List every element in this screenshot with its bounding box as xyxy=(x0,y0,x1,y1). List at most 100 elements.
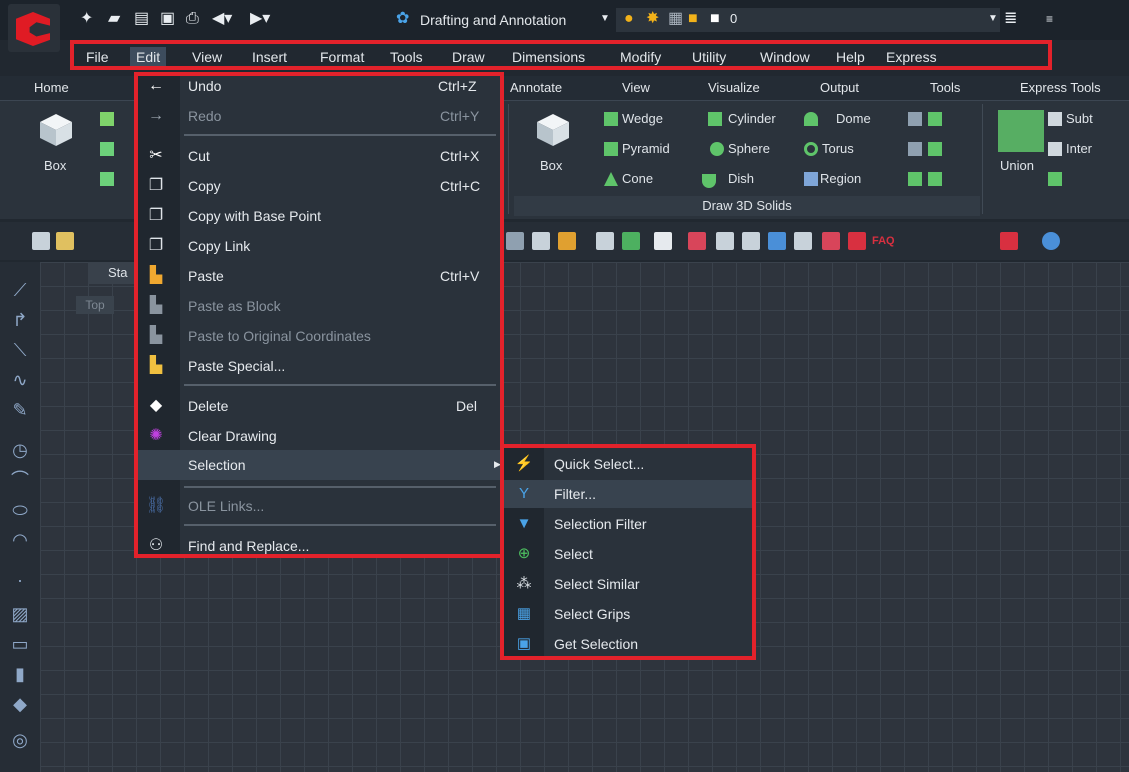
workspace-gear-icon[interactable]: ✿ xyxy=(396,10,409,28)
dome-button[interactable]: Dome xyxy=(836,111,871,126)
box-solid-icon[interactable] xyxy=(38,112,74,148)
menu-item-redo[interactable]: Redo xyxy=(188,104,221,128)
revolve-icon[interactable] xyxy=(928,112,942,126)
attribute-tool-icon[interactable] xyxy=(532,232,550,250)
customize-qat-icon[interactable]: ≡ xyxy=(1046,10,1053,28)
interfere-icon[interactable] xyxy=(1048,172,1062,186)
edit-tool-icon[interactable] xyxy=(56,232,74,250)
loft-icon[interactable] xyxy=(908,142,922,156)
box-solid-icon-2[interactable] xyxy=(535,112,571,148)
text-tool-icon[interactable] xyxy=(558,232,576,250)
measure-tool-icon[interactable] xyxy=(768,232,786,250)
dimension-tool-icon[interactable] xyxy=(596,232,614,250)
box-button-label[interactable]: Box xyxy=(44,158,66,173)
menu-item-undo[interactable]: Undo xyxy=(188,74,221,98)
layer-tool-icon-2[interactable] xyxy=(622,232,640,250)
menu-item-selection[interactable]: Selection xyxy=(188,453,246,477)
cone-small-icon[interactable] xyxy=(100,172,114,186)
submenu-item-get-selection[interactable]: Get Selection xyxy=(554,632,638,656)
line-tool-icon[interactable]: ⟋ xyxy=(10,280,30,300)
layer-dropdown-icon[interactable]: ▼ xyxy=(988,10,998,28)
workspace-dropdown-icon[interactable]: ▼ xyxy=(600,10,610,28)
block-left-tool-icon[interactable]: ▮ xyxy=(10,664,30,684)
workspace-selector[interactable]: Drafting and Annotation xyxy=(420,12,566,28)
subtract-button[interactable]: Subt xyxy=(1066,111,1093,126)
menu-item-paste-as-block[interactable]: Paste as Block xyxy=(188,294,281,318)
pyramid-small-icon[interactable] xyxy=(100,142,114,156)
print-tool-icon[interactable] xyxy=(794,232,812,250)
menu-item-paste-special[interactable]: Paste Special... xyxy=(188,354,285,378)
circle-tool-icon[interactable]: ◷ xyxy=(10,440,30,460)
ribbon-tab-output[interactable]: Output xyxy=(820,80,859,95)
undo-icon[interactable]: ◀▾ xyxy=(212,10,232,28)
find-tool-icon[interactable] xyxy=(848,232,866,250)
app-logo[interactable] xyxy=(8,4,60,52)
text-box-tool-icon[interactable] xyxy=(654,232,672,250)
submenu-item-select-similar[interactable]: Select Similar xyxy=(554,572,640,596)
open-folder-icon[interactable]: ▰ xyxy=(108,10,120,28)
union-icon[interactable] xyxy=(998,110,1044,152)
menu-item-copy-with-base-point[interactable]: Copy with Base Point xyxy=(188,204,321,228)
menu-item-paste[interactable]: Paste xyxy=(188,264,224,288)
torus-button[interactable]: Torus xyxy=(822,141,854,156)
menu-item-cut[interactable]: Cut xyxy=(188,144,210,168)
save-icon[interactable]: ▤ xyxy=(134,10,149,28)
hatch-left-tool-icon[interactable]: ▨ xyxy=(10,604,30,624)
view-label[interactable]: Top xyxy=(76,296,114,314)
ribbon-tab-annotate[interactable]: Annotate xyxy=(510,80,562,95)
return-tool-icon[interactable] xyxy=(1000,232,1018,250)
save-as-icon[interactable]: ▣ xyxy=(160,10,175,28)
xline-tool-icon[interactable]: ⟍ xyxy=(10,340,30,360)
new-file-icon[interactable]: ✦ xyxy=(80,10,93,28)
sketch-tool-icon[interactable]: ✎ xyxy=(10,400,30,420)
cylinder-button[interactable]: Cylinder xyxy=(728,111,776,126)
wedge-button[interactable]: Wedge xyxy=(622,111,663,126)
point-tool-icon[interactable]: · xyxy=(10,570,30,590)
donut-tool-icon[interactable]: ◎ xyxy=(10,730,30,750)
help-tool-icon[interactable] xyxy=(1042,232,1060,250)
arc-tool-icon[interactable]: ⌒ xyxy=(10,470,30,490)
modify-tool-icon[interactable] xyxy=(688,232,706,250)
menu-item-copy-link[interactable]: Copy Link xyxy=(188,234,250,258)
menu-item-copy[interactable]: Copy xyxy=(188,174,221,198)
intersect-button[interactable]: Inter xyxy=(1066,141,1092,156)
ribbon-tab-express-tools[interactable]: Express Tools xyxy=(1020,80,1101,95)
union-button-label[interactable]: Union xyxy=(1000,158,1034,173)
drawing-tool-icon[interactable] xyxy=(822,232,840,250)
region-left-tool-icon[interactable]: ◆ xyxy=(10,694,30,714)
submenu-item-filter[interactable]: Filter... xyxy=(554,482,596,506)
submenu-item-selection-filter[interactable]: Selection Filter xyxy=(554,512,647,536)
ribbon-tab-home[interactable]: Home xyxy=(34,80,69,95)
ellipse-tool-icon[interactable]: ⬭ xyxy=(10,500,30,520)
extrude-icon[interactable] xyxy=(908,112,922,126)
hatch-tool-icon[interactable] xyxy=(716,232,734,250)
pyramid-button[interactable]: Pyramid xyxy=(622,141,670,156)
ellipse-arc-tool-icon[interactable]: ◠ xyxy=(10,530,30,550)
print-icon[interactable]: ⎙ xyxy=(186,10,199,28)
faq-tool-icon[interactable]: FAQ xyxy=(872,232,895,250)
polysolid-icon[interactable] xyxy=(928,172,942,186)
submenu-item-select[interactable]: Select xyxy=(554,542,593,566)
layer-tool-icon[interactable]: ≣ xyxy=(1004,10,1017,28)
menu-item-paste-to-original-coordinates[interactable]: Paste to Original Coordinates xyxy=(188,324,371,348)
wedge-small-icon[interactable] xyxy=(100,112,114,126)
submenu-item-select-grips[interactable]: Select Grips xyxy=(554,602,630,626)
ribbon-tab-visualize[interactable]: Visualize xyxy=(708,80,760,95)
box-button-label-2[interactable]: Box xyxy=(540,158,562,173)
sweep-icon[interactable] xyxy=(928,142,942,156)
region-button[interactable]: Region xyxy=(820,171,861,186)
explode-tool-icon[interactable] xyxy=(32,232,50,250)
sphere-button[interactable]: Sphere xyxy=(728,141,770,156)
menu-item-delete[interactable]: Delete xyxy=(188,394,228,418)
menu-item-clear-drawing[interactable]: Clear Drawing xyxy=(188,424,277,448)
ribbon-tab-tools[interactable]: Tools xyxy=(930,80,960,95)
cone-button[interactable]: Cone xyxy=(622,171,653,186)
draw-3d-solids-panel-label[interactable]: Draw 3D Solids xyxy=(514,196,980,216)
redo-icon[interactable]: ▶▾ xyxy=(250,10,270,28)
block-tool-icon[interactable] xyxy=(506,232,524,250)
ribbon-tab-view[interactable]: View xyxy=(622,80,650,95)
planar-surface-icon[interactable] xyxy=(908,172,922,186)
submenu-item-quick-select[interactable]: Quick Select... xyxy=(554,452,644,476)
menu-item-find-and-replace[interactable]: Find and Replace... xyxy=(188,534,309,558)
spline-tool-icon[interactable]: ∿ xyxy=(10,370,30,390)
